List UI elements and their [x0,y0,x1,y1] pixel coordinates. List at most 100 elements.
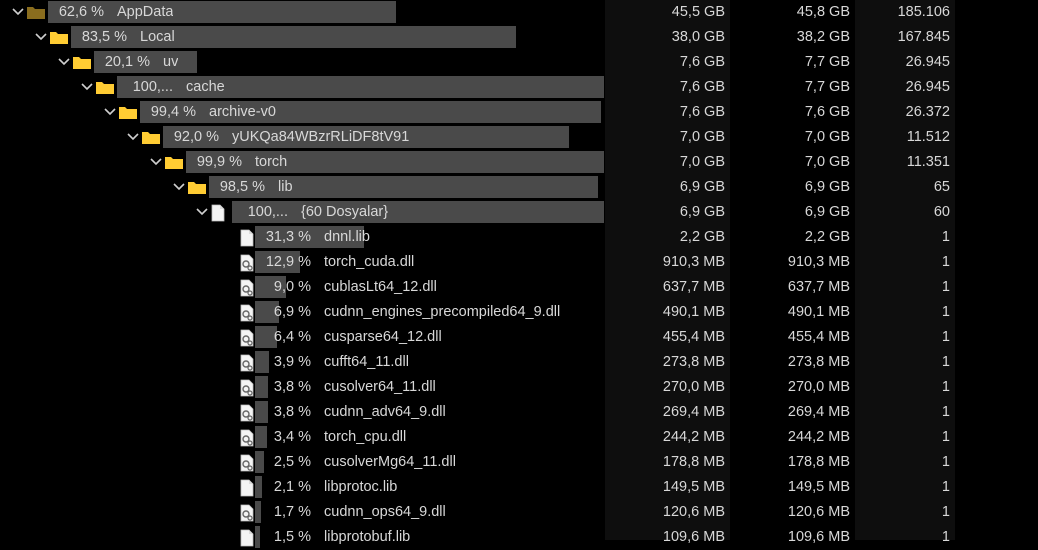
file-count-value: 1 [941,254,950,270]
dll-file-icon [233,300,254,325]
dll-file-icon [233,325,254,350]
tree-row[interactable]: 100,... {60 Dosyalar} 6,9 GB 6,9 GB 60 [0,200,1038,225]
size-value: 2,2 GB [679,229,725,245]
percentage-label: 12,9 % [265,254,311,270]
file-count-value: 185.106 [897,4,950,20]
file-count-value: 1 [941,429,950,445]
allocated-value: 269,4 MB [787,404,850,420]
size-percentage-bar [186,151,604,173]
dll-file-icon [233,375,254,400]
percentage-label: 98,5 % [219,179,265,195]
chevron-down-icon[interactable] [125,125,141,150]
allocated-value: 178,8 MB [787,454,850,470]
last-column-value: 21.9 [1000,0,1038,25]
tree-row[interactable]: 2,5 % cusolverMg64_11.dll 178,8 MB 178,8 MB… [0,450,1038,475]
folder-icon [164,150,183,175]
item-name: libprotoc.lib [324,479,398,495]
allocated-value: 109,6 MB [787,529,850,545]
chevron-down-icon[interactable] [171,175,187,200]
folder-icon [72,50,91,75]
tree-row[interactable]: 99,4 % archive-v0 7,6 GB 7,6 GB 26.372 2.5 [0,100,1038,125]
file-icon [233,225,254,250]
file-count-value: 1 [941,329,950,345]
folder-icon [141,125,160,150]
tree-row[interactable]: 2,1 % libprotoc.lib 149,5 MB 149,5 MB 1 [0,475,1038,500]
tree-table: 62,6 %AppData45,5 GB45,8 GB185.10621.983… [0,0,1038,550]
tree-row[interactable]: 31,3 % dnnl.lib 2,2 GB 2,2 GB 1 [0,225,1038,250]
chevron-down-icon[interactable] [56,50,72,75]
size-value: 45,5 GB [671,4,725,20]
chevron-down-icon[interactable] [148,150,164,175]
tree-row[interactable]: 1,5 % libprotobuf.lib 109,6 MB 109,6 MB 1 [0,525,1038,550]
allocated-value: 45,8 GB [796,4,850,20]
chevron-down-icon[interactable] [102,100,118,125]
file-count-value: 26.945 [905,54,950,70]
tree-row[interactable]: 20,1 % uv 7,6 GB 7,7 GB 26.945 2.6 [0,50,1038,75]
chevron-down-icon[interactable] [79,75,95,100]
size-value: 490,1 MB [662,304,725,320]
chevron-down-icon[interactable] [10,0,26,25]
size-value: 269,4 MB [662,404,725,420]
percentage-label: 3,8 % [273,379,311,395]
allocated-value: 7,0 GB [804,129,850,145]
item-name: dnnl.lib [324,229,370,245]
file-icon [233,475,254,500]
file-count-value: 11.351 [906,154,950,170]
file-count-value: 26.945 [905,79,950,95]
percentage-label: 100,... [132,79,173,95]
last-column-value: 2.6 [1000,75,1038,100]
folder-icon [187,175,206,200]
folder-icon [95,75,114,100]
size-value: 149,5 MB [662,479,725,495]
file-count-value: 1 [941,229,950,245]
file-count-value: 1 [941,354,950,370]
size-value: 7,6 GB [679,54,725,70]
tree-row[interactable]: 98,5 % lib 6,9 GB 6,9 GB 65 [0,175,1038,200]
tree-row[interactable]: 3,8 % cudnn_adv64_9.dll 269,4 MB 269,4 MB 1 [0,400,1038,425]
tree-row[interactable]: 3,4 % torch_cpu.dll 244,2 MB 244,2 MB 1 [0,425,1038,450]
tree-row[interactable]: 83,5 % Local 38,0 GB 38,2 GB 167.845 20.4 [0,25,1038,50]
file-icon [233,525,254,550]
percentage-label: 92,0 % [173,129,219,145]
size-value: 6,9 GB [679,204,725,220]
item-name: yUKQa84WBzrRLiDF8tV91 [232,129,410,145]
allocated-value: 38,2 GB [796,29,850,45]
allocated-value: 273,8 MB [787,354,850,370]
allocated-value: 7,7 GB [804,54,850,70]
tree-row[interactable]: 3,9 % cufft64_11.dll 273,8 MB 273,8 MB 1 [0,350,1038,375]
size-value: 7,6 GB [679,104,725,120]
allocated-value: 2,2 GB [804,229,850,245]
tree-row[interactable]: 100,... cache 7,6 GB 7,7 GB 26.945 2.6 [0,75,1038,100]
size-percentage-bar [71,26,517,48]
tree-row[interactable]: 62,6 % AppData 45,5 GB 45,8 GB 185.106 21.9 [0,0,1038,25]
item-name: {60 Dosyalar} [301,204,389,220]
item-name: cublasLt64_12.dll [324,279,437,295]
tree-row[interactable]: 99,9 % torch 7,0 GB 7,0 GB 11.351 5 [0,150,1038,175]
file-count-value: 1 [941,454,950,470]
item-name: cusolverMg64_11.dll [324,454,456,470]
tree-row[interactable]: 12,9 % torch_cuda.dll 910,3 MB 910,3 MB 1 [0,250,1038,275]
allocated-value: 120,6 MB [787,504,850,520]
tree-row[interactable]: 3,8 % cusolver64_11.dll 270,0 MB 270,0 MB 1 [0,375,1038,400]
file-count-value: 1 [941,279,950,295]
file-count-value: 1 [941,504,950,520]
tree-row[interactable]: 9,0 % cublasLt64_12.dll 637,7 MB 637,7 MB 1 [0,275,1038,300]
size-value: 38,0 GB [671,29,725,45]
dll-file-icon [233,500,254,525]
chevron-down-icon[interactable] [33,25,49,50]
file-count-value: 26.372 [905,104,950,120]
tree-row[interactable]: 6,4 % cusparse64_12.dll 455,4 MB 455,4 MB 1 [0,325,1038,350]
file-count-value: 11.512 [906,129,950,145]
percentage-label: 3,4 % [273,429,311,445]
dll-file-icon [233,350,254,375]
file-count-value: 1 [941,379,950,395]
allocated-value: 270,0 MB [787,379,850,395]
folder-icon [118,100,137,125]
item-name: Local [140,29,175,45]
chevron-down-icon[interactable] [194,200,210,225]
tree-row[interactable]: 92,0 % yUKQa84WBzrRLiDF8tV91 7,0 GB 7,0 GB 1… [0,125,1038,150]
tree-row[interactable]: 1,7 % cudnn_ops64_9.dll 120,6 MB 120,6 MB 1 [0,500,1038,525]
allocated-value: 7,7 GB [804,79,850,95]
tree-row[interactable]: 6,9 % cudnn_engines_precompiled64_9.dll 49… [0,300,1038,325]
percentage-label: 3,9 % [273,354,311,370]
